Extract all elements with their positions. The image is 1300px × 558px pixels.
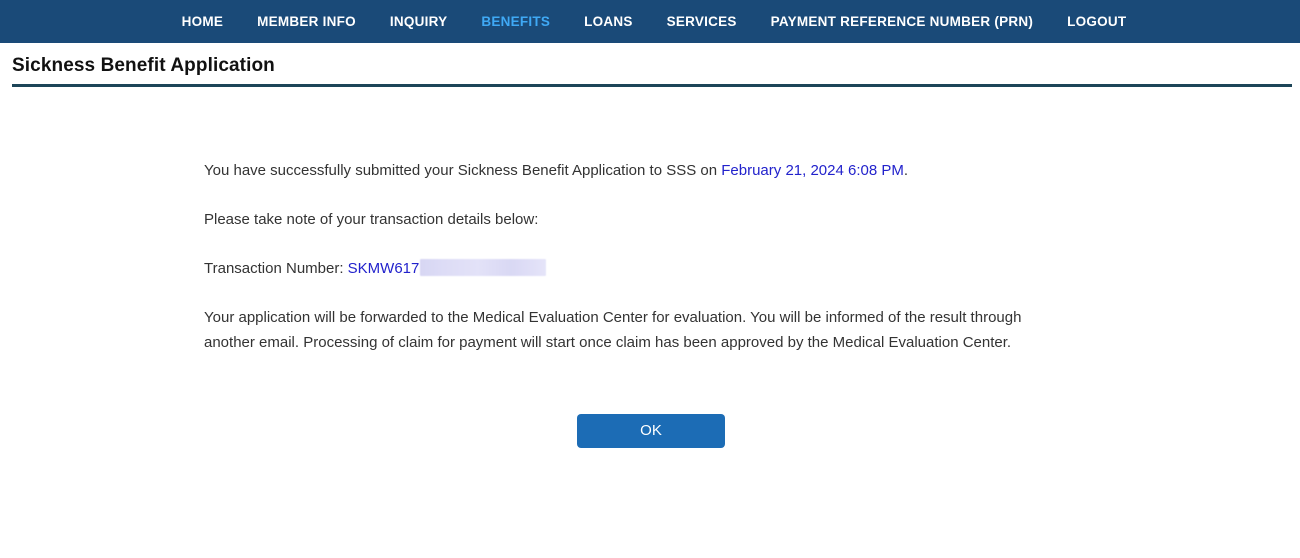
confirmation-content: You have successfully submitted your Sic… [0,87,1300,448]
nav-item-list: HOME MEMBER INFO INQUIRY BENEFITS LOANS … [157,0,1144,43]
redacted-transaction-suffix [420,259,547,276]
nav-item-logout[interactable]: LOGOUT [1050,0,1143,43]
action-button-row: OK [204,414,1300,448]
nav-item-services[interactable]: SERVICES [650,0,754,43]
page-header: Sickness Benefit Application [0,43,1300,77]
transaction-number-value: SKMW617 [347,260,420,277]
nav-item-home[interactable]: HOME [165,0,241,43]
submission-confirmation-message: You have successfully submitted your Sic… [204,158,1072,183]
transaction-details-note: Please take note of your transaction det… [204,211,539,228]
submission-datetime: February 21, 2024 6:08 PM [721,162,904,179]
confirmation-suffix-text: . [903,162,909,179]
forwarding-notice-message: Your application will be forwarded to th… [204,309,1022,351]
nav-item-benefits[interactable]: BENEFITS [464,0,567,43]
nav-item-payment-reference-number[interactable]: PAYMENT REFERENCE NUMBER (PRN) [754,0,1051,43]
transaction-number-label: Transaction Number: [204,260,348,277]
page-title: Sickness Benefit Application [12,55,275,76]
ok-button[interactable]: OK [577,414,725,448]
nav-item-loans[interactable]: LOANS [567,0,650,43]
transaction-number-row: Transaction Number: SKMW617 [204,256,1072,281]
nav-item-member-info[interactable]: MEMBER INFO [240,0,373,43]
main-navigation-bar: HOME MEMBER INFO INQUIRY BENEFITS LOANS … [0,0,1300,43]
confirmation-prefix-text: You have successfully submitted your Sic… [204,162,722,179]
nav-item-inquiry[interactable]: INQUIRY [373,0,465,43]
